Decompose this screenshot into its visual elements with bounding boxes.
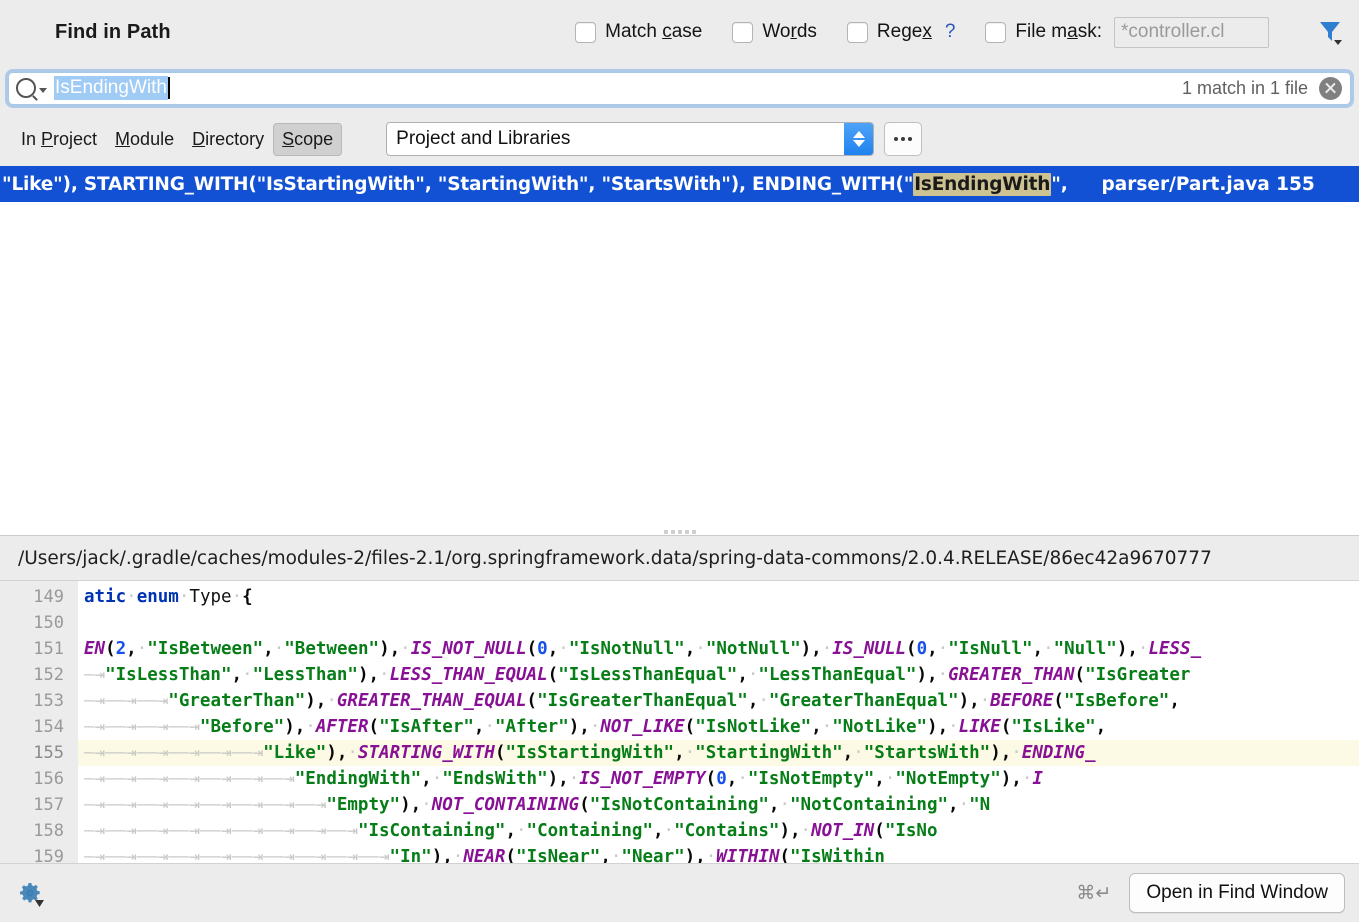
code-preview[interactable]: 149 150 151 152 153 154 155 156 157 158 … xyxy=(0,581,1359,863)
file-mask-input[interactable]: *controller.cl xyxy=(1114,16,1269,48)
code-line: —⇥——⇥——⇥——⇥——⇥——⇥——⇥——⇥"Empty"),·NOT_CON… xyxy=(84,795,991,815)
line-number: 158 xyxy=(33,821,64,841)
scope-tab-scope[interactable]: Scope xyxy=(273,122,343,156)
checkbox-box[interactable] xyxy=(732,21,754,43)
code-line: atic·enum·Type·{ xyxy=(84,587,253,607)
bottom-bar: ⌘↵ Open in Find Window xyxy=(0,863,1359,922)
open-in-find-window-label: Open in Find Window xyxy=(1146,882,1328,903)
file-mask-placeholder: *controller.cl xyxy=(1121,21,1225,42)
clear-icon[interactable] xyxy=(1319,76,1342,100)
line-number: 153 xyxy=(33,691,64,711)
scope-tab-directory[interactable]: Directory xyxy=(183,123,273,156)
words-label: Words xyxy=(762,21,817,42)
checkbox-box[interactable] xyxy=(575,21,597,43)
scope-row: In Project Module Directory Scope Projec… xyxy=(0,112,1359,166)
line-number-gutter: 149 150 151 152 153 154 155 156 157 158 … xyxy=(0,581,78,863)
filter-icon[interactable] xyxy=(1317,19,1343,45)
line-number-current: 155 xyxy=(33,743,64,763)
code-line: —⇥——⇥——⇥——⇥——⇥——⇥——⇥——⇥——⇥——⇥"In"),·NEAR… xyxy=(84,847,885,863)
gear-icon[interactable] xyxy=(18,881,44,907)
preview-file-path: /Users/jack/.gradle/caches/modules-2/fil… xyxy=(0,536,1359,581)
result-line-text: "Like"), STARTING_WITH("IsStartingWith",… xyxy=(2,172,1068,196)
code-line: EN(2,·"IsBetween",·"Between"),·IS_NOT_NU… xyxy=(84,639,1202,659)
splitter-handle[interactable] xyxy=(0,524,1359,536)
result-location: parser/Part.java 155 xyxy=(1101,173,1315,195)
line-number: 156 xyxy=(33,769,64,789)
result-match-highlight: IsEndingWith xyxy=(913,172,1052,196)
regex-help-link[interactable]: ? xyxy=(945,21,956,43)
scope-select[interactable]: Project and Libraries xyxy=(386,122,875,156)
code-line: —⇥"IsLessThan",·"LessThan"),·LESS_THAN_E… xyxy=(84,665,1191,685)
code-line: —⇥——⇥——⇥"GreaterThan"),·GREATER_THAN_EQU… xyxy=(84,691,1180,711)
grip-icon xyxy=(663,530,696,534)
line-number: 150 xyxy=(33,613,64,633)
chevron-down-icon[interactable] xyxy=(39,87,47,93)
file-mask-label: File mask: xyxy=(1015,21,1102,42)
line-number: 154 xyxy=(33,717,64,737)
search-options: Match case Words Regex ? File mask: *con… xyxy=(575,16,1343,48)
shortcut-hint: ⌘↵ xyxy=(1076,882,1112,904)
line-number: 157 xyxy=(33,795,64,815)
page-title: Find in Path xyxy=(55,20,171,43)
scope-tabs: In Project Module Directory Scope xyxy=(12,122,343,156)
search-row: IsEndingWith 1 match in 1 file xyxy=(0,64,1359,112)
line-number: 151 xyxy=(33,639,64,659)
line-number: 159 xyxy=(33,847,64,863)
scope-tab-module[interactable]: Module xyxy=(106,123,183,156)
line-number: 152 xyxy=(33,665,64,685)
search-input[interactable]: IsEndingWith 1 match in 1 file xyxy=(8,71,1351,105)
search-icon xyxy=(16,78,36,98)
checkbox-box[interactable] xyxy=(985,21,1007,43)
regex-checkbox[interactable]: Regex ? xyxy=(846,21,956,43)
code-line: —⇥——⇥——⇥——⇥——⇥——⇥——⇥"EndingWith",·"EndsW… xyxy=(84,769,1043,789)
line-number: 149 xyxy=(33,587,64,607)
code-line: —⇥——⇥——⇥——⇥"Before"),·AFTER("IsAfter",·"… xyxy=(84,717,1107,737)
file-mask-checkbox[interactable]: File mask: xyxy=(985,21,1102,43)
words-checkbox[interactable]: Words xyxy=(732,21,817,43)
open-in-find-window-button[interactable]: Open in Find Window xyxy=(1129,873,1345,913)
code-line: —⇥——⇥——⇥——⇥——⇥——⇥——⇥——⇥——⇥"IsContaining"… xyxy=(84,821,938,841)
scope-select-value: Project and Libraries xyxy=(396,128,571,149)
code-line-highlighted: —⇥——⇥——⇥——⇥——⇥——⇥"Like"),·STARTING_WITH(… xyxy=(78,740,1359,766)
find-header: Find in Path Match case Words Regex ? Fi… xyxy=(0,0,1359,64)
regex-label: Regex xyxy=(876,21,932,42)
table-row[interactable]: "Like"), STARTING_WITH("IsStartingWith",… xyxy=(0,166,1359,202)
text-caret xyxy=(167,77,170,99)
scope-more-button[interactable] xyxy=(884,122,923,156)
find-in-path-window: Find in Path Match case Words Regex ? Fi… xyxy=(0,0,1359,922)
match-case-label: Match case xyxy=(605,21,703,42)
match-case-checkbox[interactable]: Match case xyxy=(575,21,702,43)
search-input-value: IsEndingWith xyxy=(54,76,168,100)
results-list[interactable]: "Like"), STARTING_WITH("IsStartingWith",… xyxy=(0,166,1359,524)
stepper-arrows-icon[interactable] xyxy=(844,123,874,155)
checkbox-box[interactable] xyxy=(846,21,868,43)
match-count-label: 1 match in 1 file xyxy=(1181,77,1308,98)
code-lines[interactable]: atic·enum·Type·{ EN(2,·"IsBetween",·"Bet… xyxy=(78,581,1359,863)
scope-tab-in-project[interactable]: In Project xyxy=(12,123,106,156)
